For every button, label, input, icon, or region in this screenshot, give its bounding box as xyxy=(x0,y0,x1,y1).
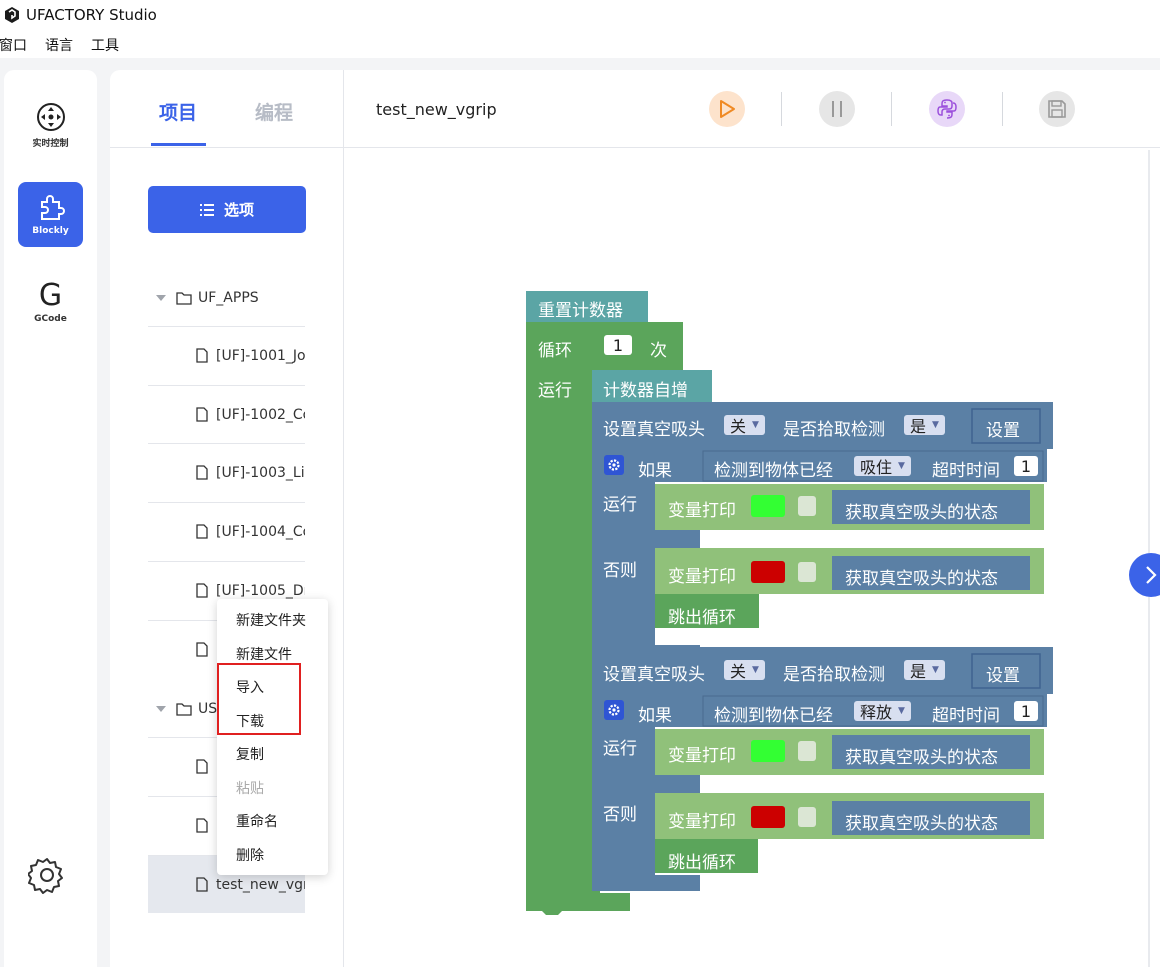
empty-socket xyxy=(798,807,816,827)
block-text: 设置 xyxy=(986,421,1020,441)
timeout-input[interactable]: 1 xyxy=(1014,701,1038,721)
color-swatch-green xyxy=(751,495,785,517)
block-text: 检测到物体已经 xyxy=(714,706,833,726)
dropdown-arrow-icon: ▼ xyxy=(752,665,759,675)
color-swatch-red xyxy=(751,806,785,828)
block-text: 获取真空吸头的状态 xyxy=(845,569,998,589)
block-text: 获取真空吸头的状态 xyxy=(845,503,998,523)
block-text: 设置真空吸头 xyxy=(603,665,705,685)
vacuum-state-dropdown[interactable]: 关 ▼ xyxy=(724,415,765,436)
block-text: 循环 xyxy=(538,341,572,361)
block-text: 变量打印 xyxy=(668,567,736,587)
color-swatch-green xyxy=(751,740,785,762)
dropdown-arrow-icon: ▼ xyxy=(898,706,905,716)
dropdown-arrow-icon: ▼ xyxy=(932,665,939,675)
block-text: 计数器自增 xyxy=(603,381,688,401)
block-text: 跳出循环 xyxy=(668,608,736,628)
block-text: 否则 xyxy=(603,561,637,581)
block-text: 获取真空吸头的状态 xyxy=(845,748,998,768)
mutator-gear-icon[interactable] xyxy=(604,700,624,720)
detect-mode-dropdown[interactable]: 吸住 ▼ xyxy=(854,456,911,477)
dropdown-value: 是 xyxy=(910,662,927,681)
color-swatch-red xyxy=(751,561,785,583)
block-text: 运行 xyxy=(603,495,637,515)
dropdown-value: 关 xyxy=(730,417,747,436)
block-text: 检测到物体已经 xyxy=(714,461,833,481)
chevron-right-icon xyxy=(1146,566,1157,584)
dropdown-arrow-icon: ▼ xyxy=(932,420,939,430)
block-text: 否则 xyxy=(603,805,637,825)
block-text: 设置真空吸头 xyxy=(603,420,705,440)
block-text: 是否拾取检测 xyxy=(783,665,885,685)
detect-mode-dropdown[interactable]: 释放 ▼ xyxy=(854,701,911,722)
empty-socket xyxy=(798,562,816,582)
block-text: 变量打印 xyxy=(668,501,736,521)
vacuum-state-dropdown[interactable]: 关 ▼ xyxy=(724,660,765,681)
block-text: 重置计数器 xyxy=(538,301,623,321)
block-text: 是否拾取检测 xyxy=(783,420,885,440)
timeout-input[interactable]: 1 xyxy=(1014,456,1038,476)
empty-socket xyxy=(798,741,816,761)
dropdown-value: 吸住 xyxy=(860,458,893,477)
block-text: 超时时间 xyxy=(932,461,1000,481)
pick-detect-dropdown[interactable]: 是 ▼ xyxy=(904,660,945,681)
block-text: 变量打印 xyxy=(668,812,736,832)
block-text: 跳出循环 xyxy=(668,853,736,873)
block-else-arm xyxy=(655,530,700,548)
block-text: 超时时间 xyxy=(932,706,1000,726)
mutator-gear-icon[interactable] xyxy=(604,455,624,475)
block-text: 运行 xyxy=(603,739,637,759)
block-text: 运行 xyxy=(538,381,572,401)
block-text: 如果 xyxy=(638,461,672,481)
dropdown-value: 释放 xyxy=(860,703,893,722)
block-text: 变量打印 xyxy=(668,746,736,766)
block-text: 获取真空吸头的状态 xyxy=(845,814,998,834)
block-else-arm xyxy=(655,775,700,793)
dropdown-arrow-icon: ▼ xyxy=(752,420,759,430)
dropdown-value: 关 xyxy=(730,662,747,681)
empty-socket xyxy=(798,496,816,516)
block-text: 如果 xyxy=(638,706,672,726)
block-text: 设置 xyxy=(986,666,1020,686)
block-text: 次 xyxy=(650,341,667,361)
dropdown-value: 是 xyxy=(910,417,927,436)
loop-count-input[interactable]: 1 xyxy=(604,335,632,355)
pick-detect-dropdown[interactable]: 是 ▼ xyxy=(904,415,945,436)
dropdown-arrow-icon: ▼ xyxy=(898,461,905,471)
